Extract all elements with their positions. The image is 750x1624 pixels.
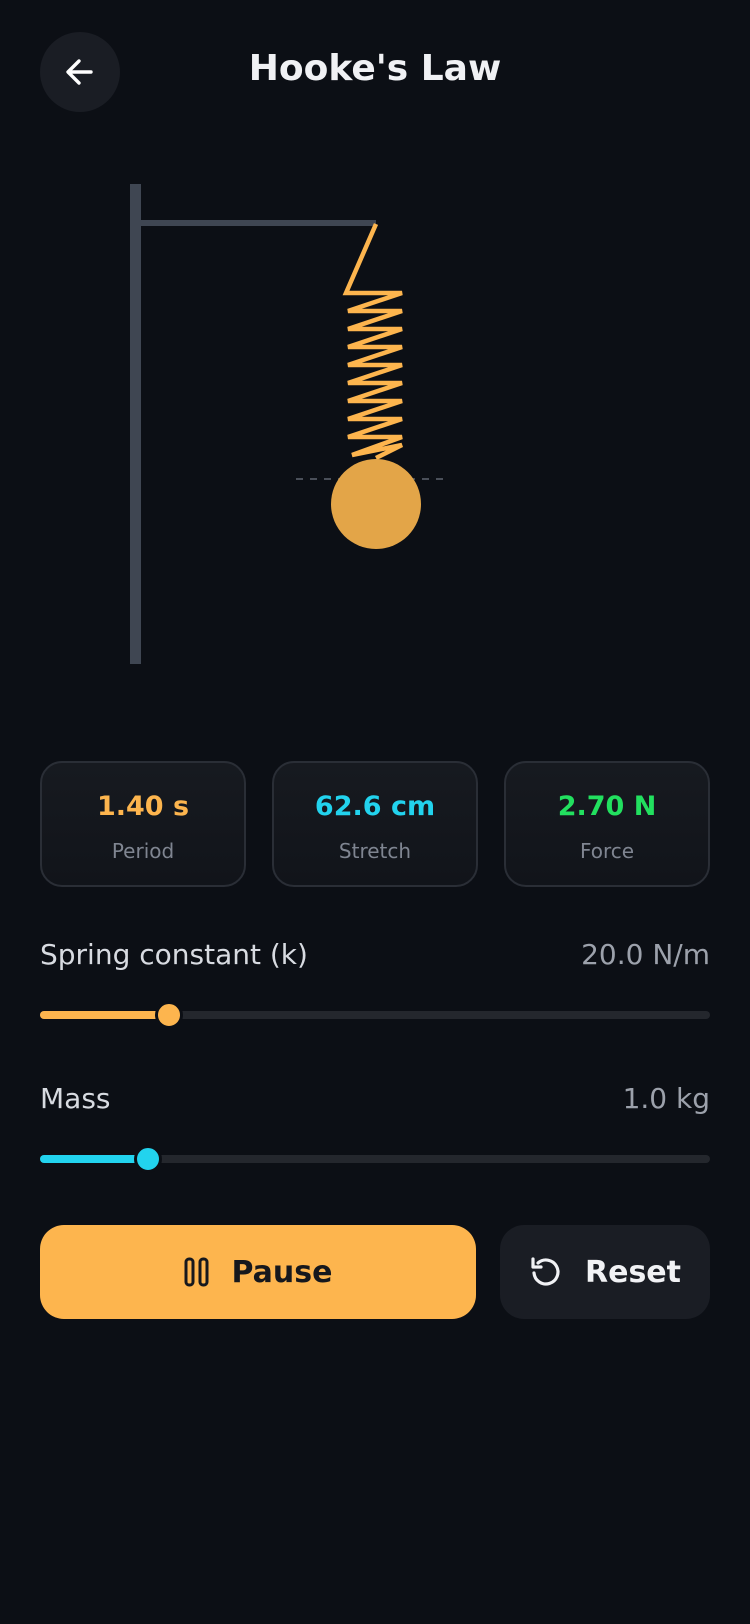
reset-icon	[529, 1255, 563, 1289]
mass-fill	[40, 1155, 148, 1163]
mass-slider[interactable]	[40, 1145, 710, 1173]
pause-button[interactable]: Pause	[40, 1225, 476, 1319]
period-card: 1.40 s Period	[40, 761, 246, 887]
force-card: 2.70 N Force	[504, 761, 710, 887]
stretch-value: 62.6 cm	[314, 791, 436, 822]
period-value: 1.40 s	[96, 791, 190, 822]
spring-constant-thumb[interactable]	[155, 1001, 184, 1029]
mass-label: Mass	[40, 1082, 111, 1115]
period-label: Period	[111, 839, 175, 863]
spring-constant-label: Spring constant (k)	[40, 938, 308, 971]
pause-icon	[184, 1257, 210, 1287]
header: Hooke's Law	[0, 0, 750, 150]
pause-label: Pause	[231, 1254, 333, 1290]
page-title: Hooke's Law	[248, 48, 502, 89]
mass-thumb[interactable]	[133, 1145, 162, 1173]
stretch-card: 62.6 cm Stretch	[272, 761, 478, 887]
spring-constant-slider[interactable]	[40, 1001, 710, 1029]
reset-button[interactable]: Reset	[500, 1225, 710, 1319]
spring-simulation	[130, 184, 450, 664]
spring-constant-value: 20.0 N/m	[581, 938, 710, 971]
mass-value: 1.0 kg	[622, 1082, 710, 1115]
mass-bob	[331, 459, 421, 549]
stats-row: 1.40 s Period 62.6 cm Stretch 2.70 N For…	[40, 761, 710, 887]
force-value: 2.70 N	[557, 791, 657, 822]
spring-constant-fill	[40, 1011, 170, 1019]
spring-coil	[342, 223, 404, 461]
force-label: Force	[579, 839, 635, 863]
reset-label: Reset	[585, 1254, 681, 1290]
stand-pole	[130, 184, 141, 664]
stand-arm	[136, 220, 376, 226]
stretch-label: Stretch	[338, 839, 412, 863]
